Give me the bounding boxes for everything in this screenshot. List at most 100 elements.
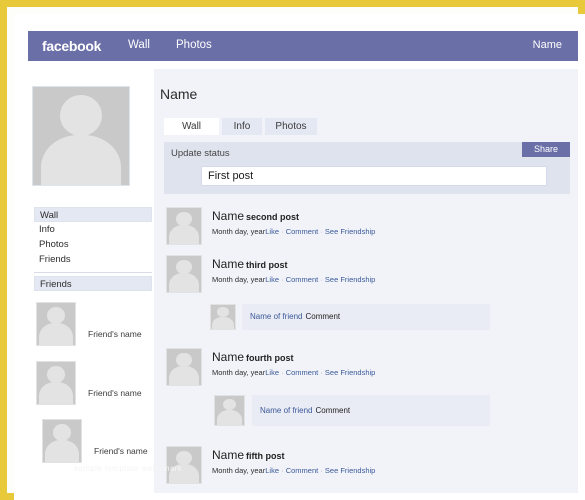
list-item[interactable]: Friend's name [42,419,162,463]
post-action-like[interactable]: Like [265,368,279,377]
tab-info[interactable]: Info [222,118,262,135]
friend-name: Friend's name [88,388,142,398]
user-placeholder-icon-head [176,211,192,226]
sidebar-friends-header: Friends [34,276,152,291]
action-separator: · [320,227,323,236]
post-author[interactable]: Name [212,209,244,223]
post-action-see-friendship[interactable]: See Friendship [325,368,375,377]
post-body: Name fifth post Month day, yearLike · Com… [212,446,375,475]
watermark: sample template watermark [74,464,183,473]
facebook-logo[interactable]: facebook [42,38,101,54]
list-item[interactable]: Friend's name [36,302,156,346]
avatar [42,419,82,463]
user-placeholder-icon-body [212,316,234,329]
status-composer: Update status Share [164,142,570,194]
user-placeholder-icon-body [169,273,199,292]
post-action-like[interactable]: Like [265,227,279,236]
sidebar-nav: Wall Info Photos Friends [34,207,152,267]
action-separator: · [320,275,323,284]
tab-photos[interactable]: Photos [265,118,317,135]
sidebar-divider [34,272,152,273]
user-placeholder-icon-head [47,366,65,383]
friend-name: Friend's name [94,446,148,456]
user-placeholder-icon-head [222,398,237,411]
avatar [36,302,76,346]
post-date: Month day, year [212,466,266,475]
post-author[interactable]: Name [212,448,244,462]
post-action-comment[interactable]: Comment [286,466,319,475]
comment-body: Comment [315,406,351,415]
action-separator: · [281,466,284,475]
comment-item: Name of friend Comment [214,395,490,426]
post-action-comment[interactable]: Comment [286,227,319,236]
post-date: Month day, year [212,275,266,284]
list-item[interactable]: Friend's name [36,361,156,405]
user-placeholder-icon-head [217,307,229,317]
user-placeholder-icon-body [40,135,122,185]
post-action-like[interactable]: Like [265,466,279,475]
post-action-see-friendship[interactable]: See Friendship [325,275,375,284]
user-placeholder-icon-head [176,450,192,465]
sidebar-item-wall[interactable]: Wall [34,207,152,222]
share-button[interactable]: Share [522,142,570,157]
action-separator: · [281,275,284,284]
page-title: Name [160,86,198,102]
user-placeholder-icon-head [47,307,65,324]
action-separator: · [320,368,323,377]
user-placeholder-icon-head [176,352,192,367]
navbar-account-name[interactable]: Name [533,39,562,51]
avatar [166,207,202,245]
sidebar-item-photos[interactable]: Photos [34,237,152,252]
post-text: second post [246,212,300,222]
action-separator: · [281,227,284,236]
avatar [36,361,76,405]
action-separator: · [281,368,284,377]
comment-author[interactable]: Name of friend [250,312,302,321]
outer-frame: facebook Wall Photos Name Name Wall Info… [0,0,585,500]
sidebar-item-friends[interactable]: Friends [34,252,152,267]
post-text: fifth post [246,451,285,461]
profile-photo[interactable] [32,86,130,186]
page-canvas: facebook Wall Photos Name Name Wall Info… [14,14,585,500]
comment-text: Name of friend Comment [260,406,350,415]
comment-item: Name of friend Comment [210,304,490,330]
post-body: Name third post Month day, yearLike · Com… [212,255,375,284]
post-date: Month day, year [212,227,266,236]
avatar [166,255,202,293]
post-text: third post [246,260,288,270]
user-placeholder-icon-body [39,382,73,404]
post-action-like[interactable]: Like [265,275,279,284]
post-action-comment[interactable]: Comment [286,275,319,284]
post-meta: Month day, yearLike · Comment · See Frie… [212,466,375,475]
post-action-see-friendship[interactable]: See Friendship [325,466,375,475]
tab-wall[interactable]: Wall [164,118,219,135]
post-body: Name second post Month day, yearLike · Co… [212,207,375,236]
sidebar-item-info[interactable]: Info [34,222,152,237]
post-author[interactable]: Name [212,257,244,271]
status-input[interactable] [201,166,547,186]
avatar [166,348,202,386]
status-composer-label: Update status [171,148,230,159]
post-author[interactable]: Name [212,350,244,364]
user-placeholder-icon-head [53,424,71,441]
post-action-see-friendship[interactable]: See Friendship [325,227,375,236]
user-placeholder-icon-head [176,259,192,274]
action-separator: · [320,466,323,475]
user-placeholder-icon-head [59,94,103,136]
post-date: Month day, year [212,368,266,377]
avatar [214,395,245,426]
user-placeholder-icon-body [216,409,243,425]
user-placeholder-icon-body [169,225,199,244]
navbar-link-photos[interactable]: Photos [176,39,212,51]
post-action-comment[interactable]: Comment [286,368,319,377]
post-meta: Month day, yearLike · Comment · See Frie… [212,368,375,377]
user-placeholder-icon-body [169,366,199,385]
comment-author[interactable]: Name of friend [260,406,312,415]
comment-text: Name of friend Comment [250,312,340,321]
post-text: fourth post [246,353,294,363]
comment-bubble: Name of friend Comment [242,304,490,330]
post-meta: Month day, yearLike · Comment · See Frie… [212,227,375,236]
navbar-link-wall[interactable]: Wall [128,39,150,51]
user-placeholder-icon-body [39,323,73,345]
avatar [210,304,236,330]
